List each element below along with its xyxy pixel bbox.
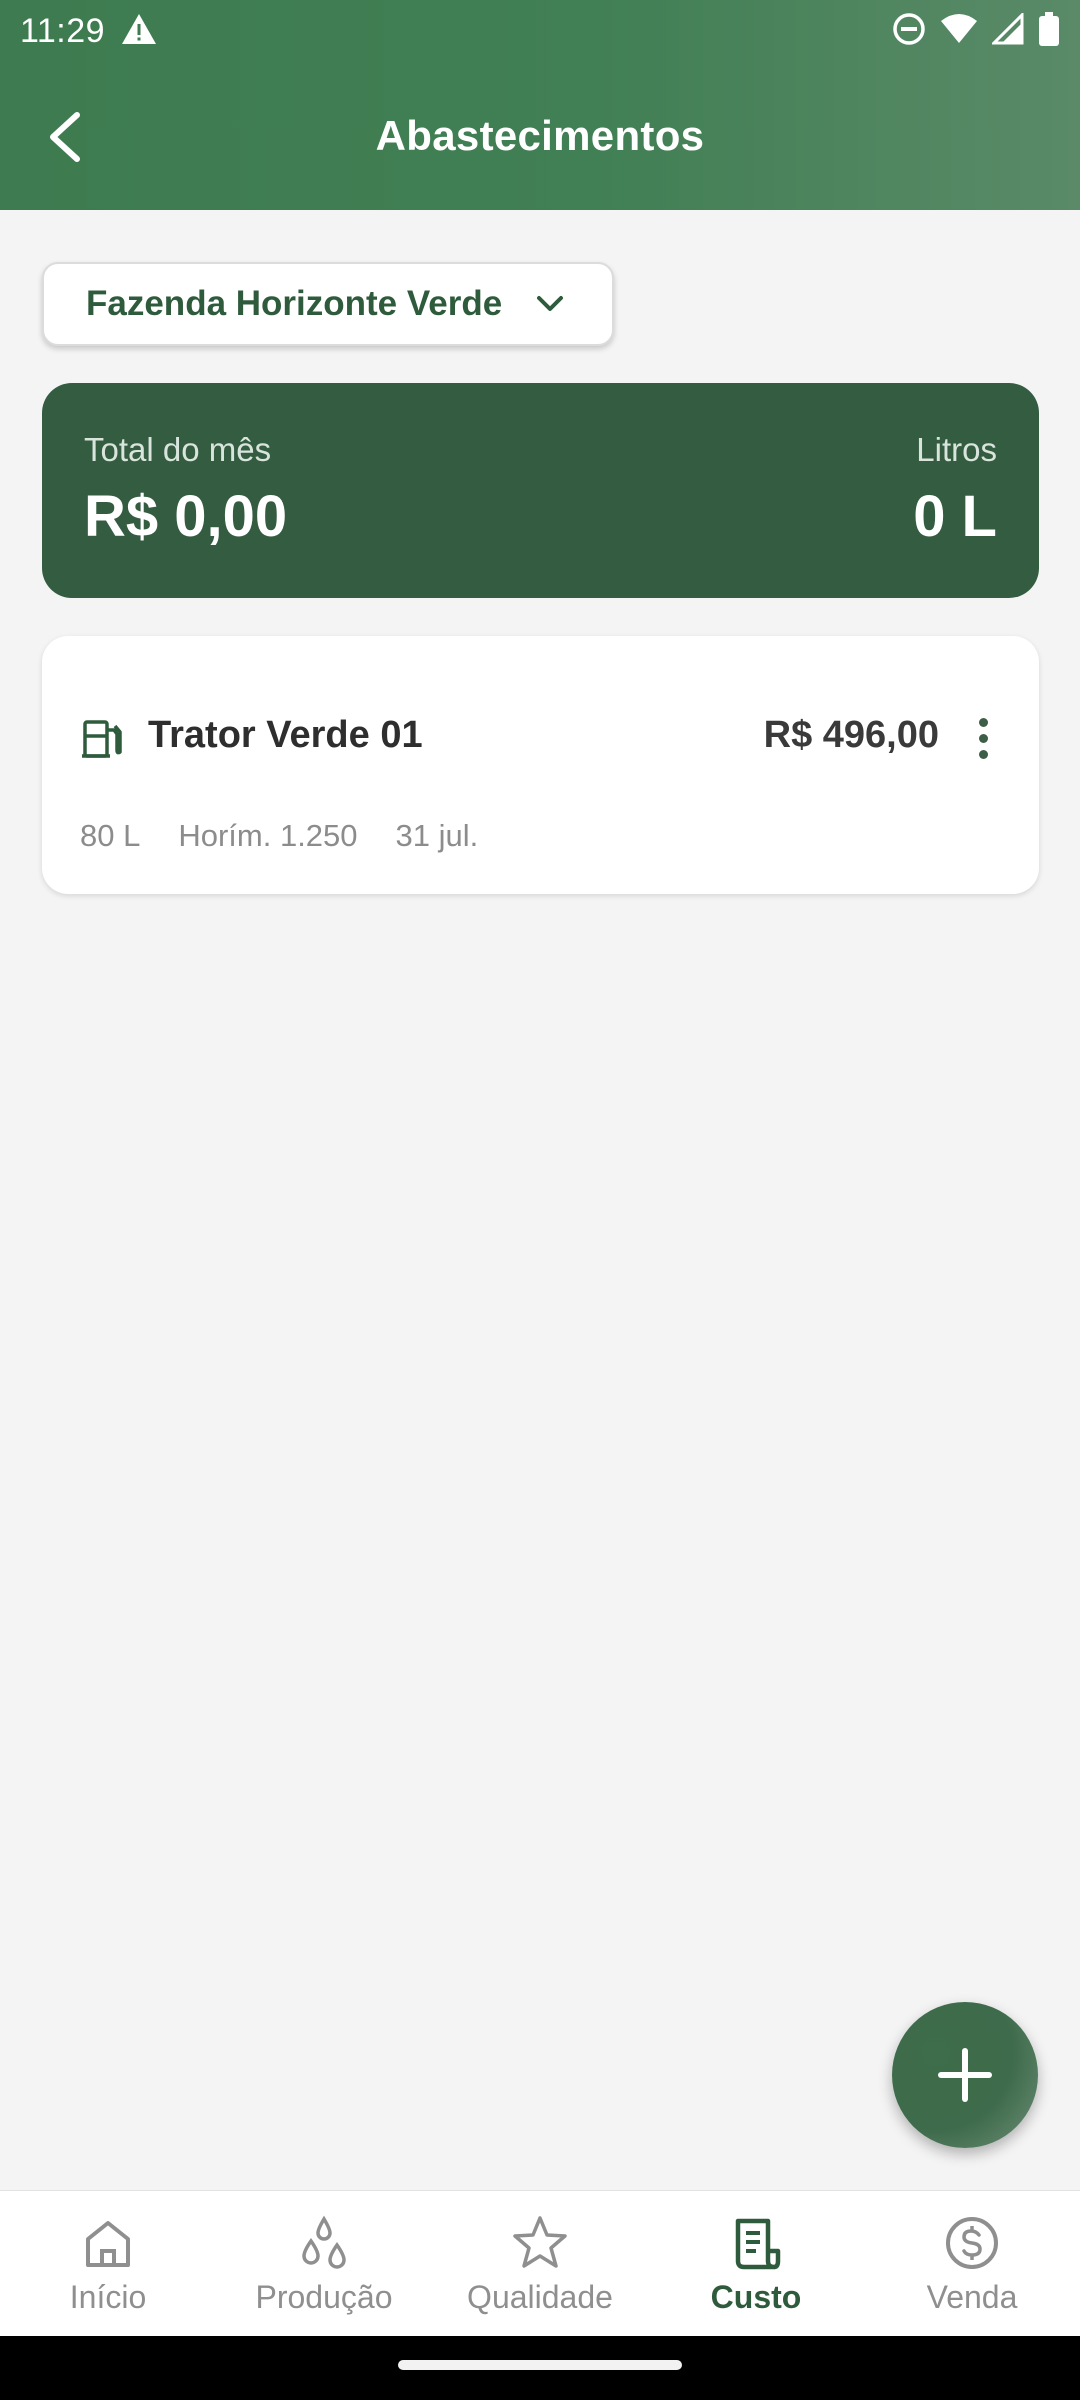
chevron-down-icon <box>530 284 570 324</box>
nav-item-inicio[interactable]: Início <box>0 2191 216 2337</box>
more-vert-dot <box>978 749 988 759</box>
star-icon <box>510 2213 570 2273</box>
monthly-summary-card: Total do mês R$ 0,00 Litros 0 L <box>42 383 1039 598</box>
status-bar: 11:29 <box>0 0 1080 62</box>
home-gesture-handle[interactable] <box>398 2360 682 2370</box>
liters-label: Litros <box>916 431 997 468</box>
app-bar-row: Abastecimentos <box>0 92 1080 182</box>
nav-label: Qualidade <box>467 2279 613 2315</box>
fuel-record-card[interactable]: Trator Verde 01 R$ 496,00 80 L Horím. 1.… <box>42 636 1039 894</box>
nav-item-custo[interactable]: Custo <box>648 2191 864 2337</box>
more-vert-icon <box>978 717 988 727</box>
dollar-circle-icon <box>942 2213 1002 2273</box>
signal-icon <box>990 10 1024 50</box>
record-date: 31 jul. <box>395 818 479 853</box>
farm-selector-label: Fazenda Horizonte Verde <box>86 284 503 323</box>
record-meta: 80 L Horím. 1.250 31 jul. <box>80 818 478 854</box>
page-title: Abastecimentos <box>375 112 705 159</box>
app-bar: 11:29 Abastecimentos <box>0 0 1080 210</box>
status-right <box>892 10 1060 51</box>
screen: 11:29 Abastecimentos Fazenda Horizonte V… <box>0 0 1080 2400</box>
bottom-navigation: Início Produção Qualidade Custo Venda <box>0 2190 1080 2337</box>
wifi-icon <box>940 13 978 50</box>
farm-selector[interactable]: Fazenda Horizonte Verde <box>42 262 614 346</box>
drops-icon <box>294 2213 354 2273</box>
fuel-pump-icon <box>80 716 126 762</box>
nav-label: Início <box>69 2279 147 2315</box>
status-left: 11:29 <box>20 12 157 51</box>
nav-label: Produção <box>255 2279 393 2315</box>
record-vehicle-name: Trator Verde 01 <box>148 714 423 756</box>
battery-icon <box>1038 11 1060 51</box>
nav-item-venda[interactable]: Venda <box>864 2191 1080 2337</box>
receipt-icon <box>726 2213 786 2273</box>
total-label: Total do mês <box>84 431 272 468</box>
system-navigation-bar <box>0 2336 1080 2400</box>
record-liters: 80 L <box>80 818 141 853</box>
do-not-disturb-icon <box>892 12 926 51</box>
more-options-button[interactable] <box>965 710 1001 766</box>
nav-item-producao[interactable]: Produção <box>216 2191 432 2337</box>
warning-icon <box>121 13 157 50</box>
plus-icon <box>938 2048 992 2102</box>
nav-label: Custo <box>710 2279 802 2315</box>
record-price: R$ 496,00 <box>763 714 939 756</box>
add-fueling-button[interactable] <box>892 2002 1038 2148</box>
liters-value: 0 L <box>913 484 997 549</box>
record-hourmeter: Horím. 1.250 <box>178 818 358 853</box>
status-time: 11:29 <box>20 11 106 50</box>
nav-item-qualidade[interactable]: Qualidade <box>432 2191 648 2337</box>
home-icon <box>78 2213 138 2273</box>
nav-label: Venda <box>926 2279 1018 2315</box>
more-vert-dot <box>978 733 988 743</box>
total-value: R$ 0,00 <box>84 484 288 549</box>
